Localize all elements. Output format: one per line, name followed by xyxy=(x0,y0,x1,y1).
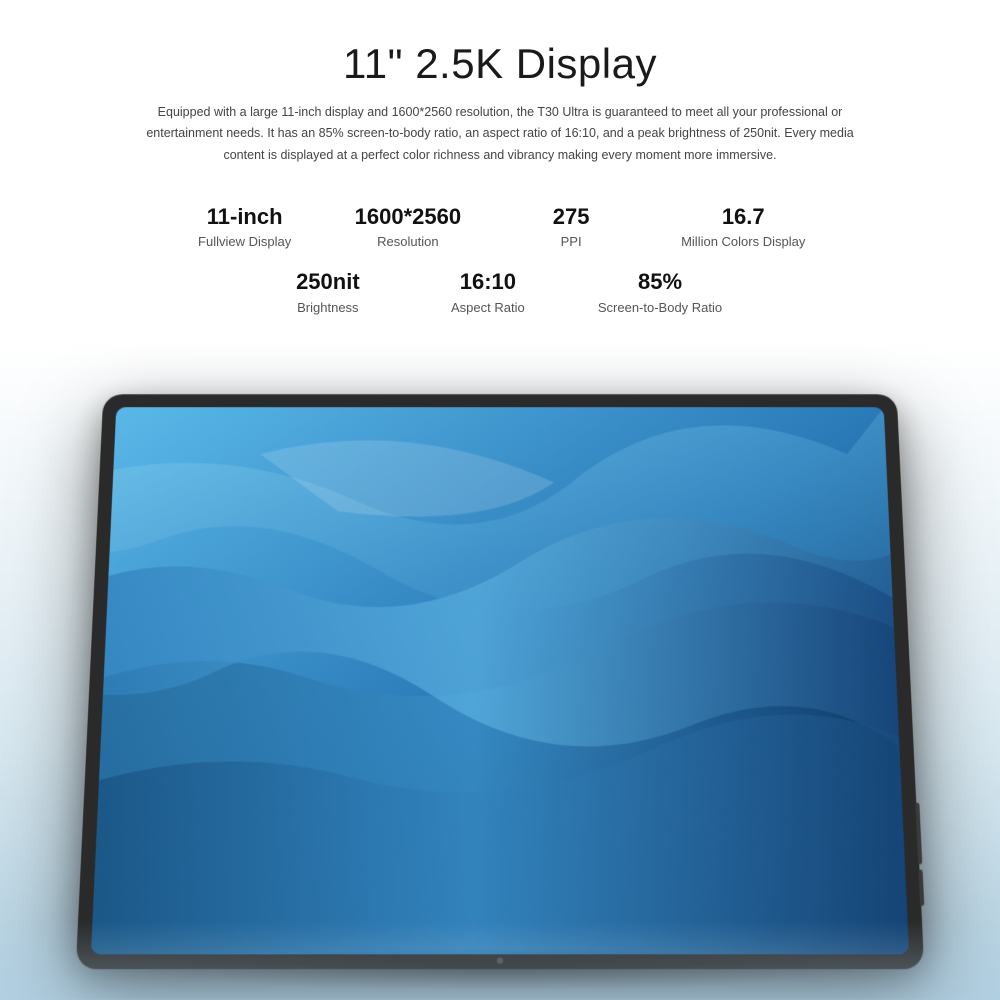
spec-item-resolution: 1600*2560 Resolution xyxy=(325,194,491,259)
screen-background xyxy=(91,407,909,954)
page-wrapper: 11" 2.5K Display Equipped with a large 1… xyxy=(0,0,1000,1000)
spec-item-brightness: 250nit Brightness xyxy=(248,259,408,324)
description: Equipped with a large 11-inch display an… xyxy=(125,102,875,166)
spec-label-colors: Million Colors Display xyxy=(681,234,805,249)
wallpaper-waves xyxy=(91,407,909,954)
spec-value-aspect: 16:10 xyxy=(460,269,516,295)
specs-grid: 11-inch Fullview Display 1600*2560 Resol… xyxy=(60,194,940,325)
bottom-reflection xyxy=(0,920,1000,1000)
specs-row-2: 250nit Brightness 16:10 Aspect Ratio 85%… xyxy=(60,259,940,324)
spec-item-size: 11-inch Fullview Display xyxy=(165,194,325,259)
spec-value-brightness: 250nit xyxy=(296,269,360,295)
tablet-section xyxy=(0,345,1000,1000)
spec-label-brightness: Brightness xyxy=(297,300,358,315)
main-title: 11" 2.5K Display xyxy=(343,40,657,88)
tablet-screen xyxy=(91,407,909,954)
spec-label-aspect: Aspect Ratio xyxy=(451,300,525,315)
spec-value-colors: 16.7 xyxy=(722,204,765,230)
spec-item-stb: 85% Screen-to-Body Ratio xyxy=(568,259,752,324)
spec-label-stb: Screen-to-Body Ratio xyxy=(598,300,722,315)
spec-item-ppi: 275 PPI xyxy=(491,194,651,259)
spec-value-resolution: 1600*2560 xyxy=(355,204,461,230)
spec-label-ppi: PPI xyxy=(561,234,582,249)
tablet-button-power xyxy=(915,803,922,865)
spec-value-size: 11-inch xyxy=(207,204,283,230)
spec-item-colors: 16.7 Million Colors Display xyxy=(651,194,835,259)
spec-item-aspect: 16:10 Aspect Ratio xyxy=(408,259,568,324)
spec-label-resolution: Resolution xyxy=(377,234,438,249)
spec-label-size: Fullview Display xyxy=(198,234,291,249)
tablet-button-volume xyxy=(918,870,924,906)
spec-value-stb: 85% xyxy=(638,269,682,295)
tablet-frame xyxy=(76,394,925,969)
tablet-wrapper xyxy=(76,394,925,969)
specs-row-1: 11-inch Fullview Display 1600*2560 Resol… xyxy=(60,194,940,259)
spec-value-ppi: 275 xyxy=(553,204,590,230)
top-section: 11" 2.5K Display Equipped with a large 1… xyxy=(0,0,1000,345)
